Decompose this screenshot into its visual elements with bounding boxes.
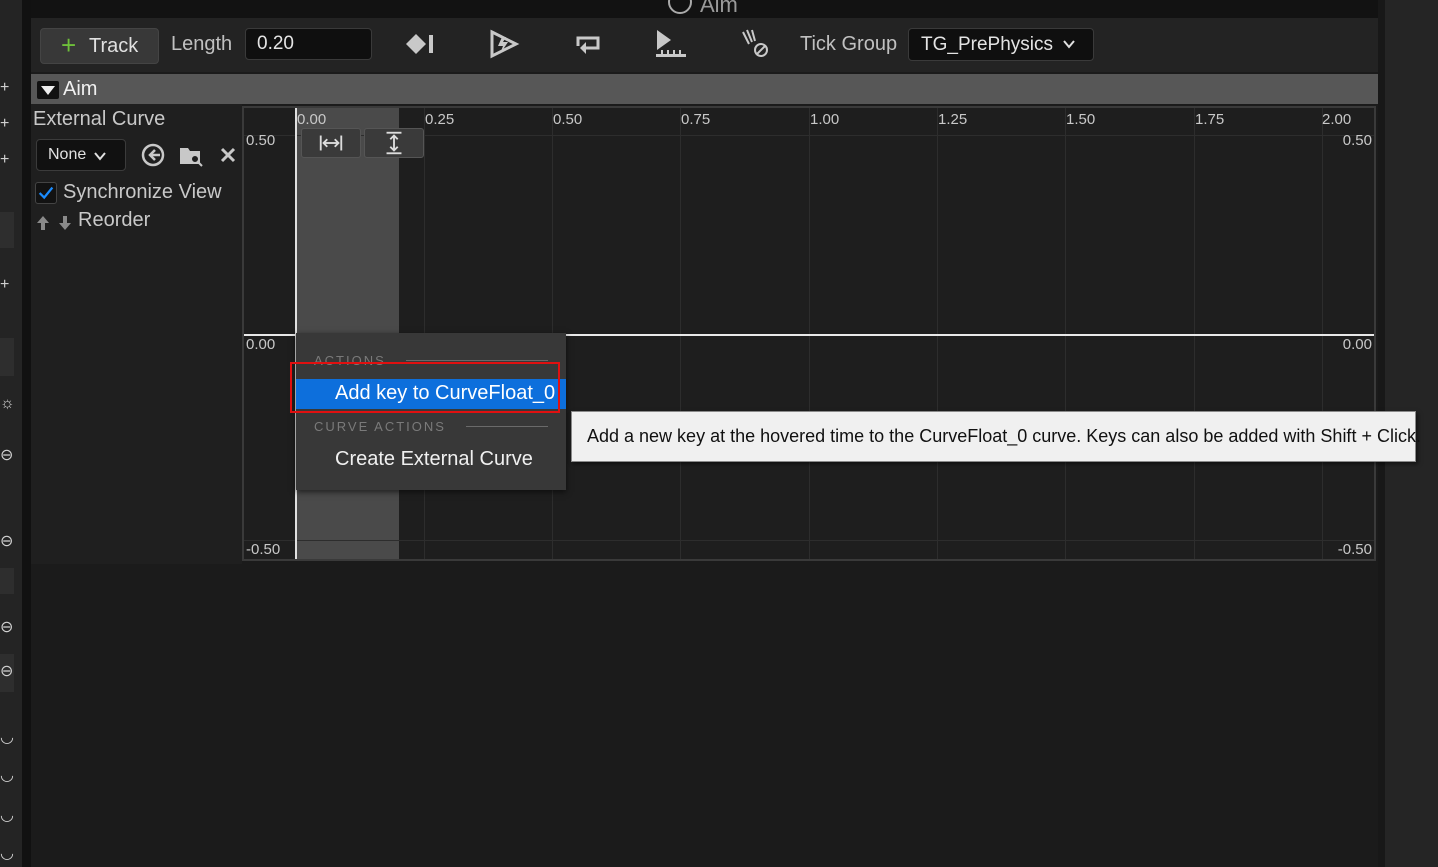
y-tick-label-right: -0.50 xyxy=(1337,541,1372,558)
autoplay-icon[interactable] xyxy=(486,26,522,62)
track-header[interactable] xyxy=(31,74,1378,104)
x-tick-label: 0.50 xyxy=(553,111,583,128)
strip-panel xyxy=(0,568,14,594)
chevron-down-icon xyxy=(1062,37,1076,55)
length-label: Length xyxy=(171,33,233,55)
external-curve-value: None xyxy=(48,146,87,163)
reorder-arrows-icon[interactable] xyxy=(35,212,75,232)
synchronize-view-checkbox[interactable] xyxy=(35,182,57,204)
menu-item-create-external-curve[interactable]: Create External Curve xyxy=(296,445,566,475)
y-tick-label-left: -0.50 xyxy=(246,541,281,558)
x-tick-label: 0.75 xyxy=(681,111,711,128)
x-tick-label: 0.00 xyxy=(297,111,327,128)
x-tick-label: 1.25 xyxy=(938,111,968,128)
panel-divider xyxy=(22,0,31,867)
tick-group-dropdown[interactable]: TG_PrePhysics xyxy=(908,28,1094,61)
browse-asset-icon[interactable] xyxy=(178,142,204,168)
fit-vertical-icon xyxy=(386,131,402,155)
x-tick-label: 2.00 xyxy=(1322,111,1352,128)
eye-closed-icon[interactable]: ◡ xyxy=(0,808,14,824)
eye-closed-icon[interactable]: ◡ xyxy=(0,730,14,746)
x-tick-label: 0.25 xyxy=(425,111,455,128)
external-curve-dropdown[interactable]: None xyxy=(36,139,126,171)
menu-item-create-external-curve-label: Create External Curve xyxy=(335,448,533,470)
x-tick-label: 1.75 xyxy=(1195,111,1225,128)
circle-minus-icon[interactable]: ⊖ xyxy=(0,620,14,636)
add-keyframe-icon[interactable] xyxy=(402,26,438,62)
grid-line xyxy=(244,540,1374,541)
add-icon[interactable]: + xyxy=(0,116,14,132)
add-track-button[interactable]: + Track xyxy=(40,28,159,64)
strip-panel xyxy=(0,212,14,248)
eye-closed-icon[interactable]: ◡ xyxy=(0,846,14,862)
fit-horizontal-icon xyxy=(319,135,343,151)
y-tick-label-left: 0.50 xyxy=(246,132,276,149)
use-selected-asset-icon[interactable] xyxy=(140,142,166,168)
length-input[interactable]: 0.20 xyxy=(245,28,372,60)
reorder-label: Reorder xyxy=(78,209,151,231)
toolbar xyxy=(31,18,1378,72)
tick-group-label: Tick Group xyxy=(800,33,898,55)
y-tick-label-right: 0.50 xyxy=(1342,132,1372,149)
loop-icon[interactable] xyxy=(570,26,606,62)
track-properties-panel xyxy=(31,104,242,564)
circle-minus-icon[interactable]: ⊖ xyxy=(0,664,14,680)
track-name: Aim xyxy=(63,78,98,100)
tick-group-value: TG_PrePhysics xyxy=(921,34,1053,55)
strip-panel xyxy=(0,338,14,376)
add-icon[interactable]: + xyxy=(0,80,14,96)
zoom-to-fit-vertical-button[interactable] xyxy=(364,128,424,158)
tooltip: Add a new key at the hovered time to the… xyxy=(571,411,1421,462)
zoom-to-fit-horizontal-button[interactable] xyxy=(301,128,361,158)
clear-icon[interactable] xyxy=(216,142,242,168)
add-track-label: Track xyxy=(89,35,139,57)
checkmark-icon xyxy=(38,186,54,200)
eye-closed-icon[interactable]: ◡ xyxy=(0,768,14,784)
circle-minus-icon[interactable]: ⊖ xyxy=(0,534,14,550)
x-tick-label: 1.50 xyxy=(1066,111,1096,128)
synchronize-view-label: Synchronize View xyxy=(63,181,222,203)
menu-section-curve-actions: CURVE ACTIONS xyxy=(314,419,446,434)
chevron-down-icon xyxy=(93,149,107,167)
annotation-highlight-box xyxy=(290,362,560,413)
plus-icon: + xyxy=(61,30,77,60)
y-tick-label-right: 0.00 xyxy=(1342,336,1372,353)
y-tick-label-left: 0.00 xyxy=(246,336,276,353)
add-icon[interactable]: + xyxy=(0,152,14,168)
gear-icon[interactable]: ☼ xyxy=(0,396,15,412)
x-tick-label: 1.00 xyxy=(810,111,840,128)
add-icon[interactable]: + xyxy=(0,277,14,293)
ignore-time-dilation-icon[interactable] xyxy=(737,26,773,62)
left-dock-strip: + + + + ☼ ⊖ ⊖ ⊖ ⊖ ◡ ◡ ◡ ◡ xyxy=(0,0,22,867)
tab-title[interactable]: Aim xyxy=(700,0,738,18)
tooltip-text: Add a new key at the hovered time to the… xyxy=(587,426,1421,446)
menu-separator xyxy=(466,426,548,427)
collapse-arrow-icon[interactable] xyxy=(37,81,59,99)
circle-minus-icon[interactable]: ⊖ xyxy=(0,448,14,464)
menu-separator xyxy=(406,360,548,361)
external-curve-label: External Curve xyxy=(33,108,166,130)
use-last-keyframe-icon[interactable] xyxy=(653,26,689,62)
